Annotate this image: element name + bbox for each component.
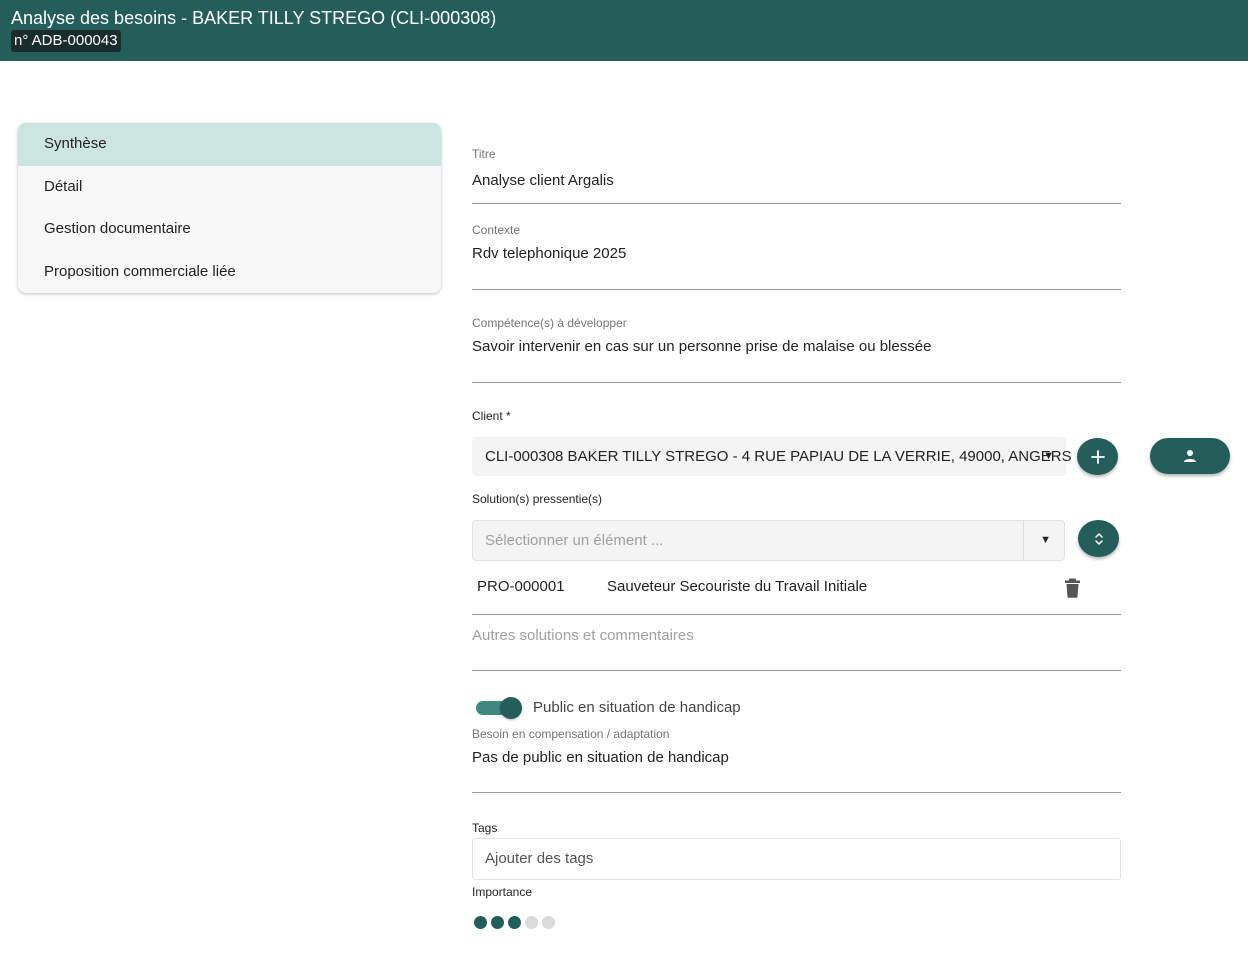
tags-label: Tags	[472, 821, 498, 835]
client-select-value: CLI-000308 BAKER TILLY STREGO - 4 RUE PA…	[485, 448, 1072, 465]
solution-row: PRO-000001 Sauveteur Secouriste du Trava…	[472, 567, 1121, 615]
delete-solution-button[interactable]	[1064, 578, 1081, 603]
solutions-select[interactable]: Sélectionner un élément ... ▼	[472, 520, 1065, 561]
titre-field[interactable]: Analyse client Argalis	[472, 172, 614, 189]
solutions-label: Solution(s) pressentie(s)	[472, 492, 603, 506]
compensation-underline	[472, 792, 1121, 793]
autres-solutions-field[interactable]: Autres solutions et commentaires	[472, 627, 694, 644]
titre-underline	[472, 203, 1121, 204]
page-title: Analyse des besoins - BAKER TILLY STREGO…	[11, 8, 497, 28]
competences-field[interactable]: Savoir intervenir en cas sur un personne…	[472, 338, 931, 355]
nav-item-gestion-documentaire[interactable]: Gestion documentaire	[18, 208, 441, 251]
contexte-label: Contexte	[472, 223, 521, 237]
solutions-select-placeholder: Sélectionner un élément ...	[485, 532, 664, 549]
nav-item-synthese[interactable]: Synthèse	[18, 123, 441, 166]
compensation-label: Besoin en compensation / adaptation	[472, 727, 670, 741]
tags-input[interactable]: Ajouter des tags	[472, 838, 1121, 880]
titre-label: Titre	[472, 147, 496, 161]
importance-dot[interactable]	[508, 916, 521, 929]
handicap-toggle-label: Public en situation de handicap	[533, 699, 741, 716]
solution-name: Sauveteur Secouriste du Travail Initiale	[607, 578, 868, 595]
toggle-knob	[500, 697, 522, 719]
caret-down-icon: ▼	[1043, 450, 1054, 462]
caret-down-icon: ▼	[1040, 534, 1051, 546]
contexte-field[interactable]: Rdv telephonique 2025	[472, 245, 626, 262]
compensation-field[interactable]: Pas de public en situation de handicap	[472, 749, 729, 766]
client-label: Client *	[472, 409, 511, 423]
autres-solutions-underline	[472, 670, 1121, 671]
client-select[interactable]: CLI-000308 BAKER TILLY STREGO - 4 RUE PA…	[472, 437, 1072, 476]
plus-icon	[1090, 449, 1105, 464]
nav-item-detail[interactable]: Détail	[18, 166, 441, 209]
importance-label: Importance	[472, 885, 533, 899]
importance-dot[interactable]	[542, 916, 555, 929]
importance-dot[interactable]	[491, 916, 504, 929]
nav-item-proposition-commerciale[interactable]: Proposition commerciale liée	[18, 251, 441, 294]
importance-dot[interactable]	[474, 916, 487, 929]
handicap-toggle[interactable]	[476, 697, 522, 719]
importance-dot[interactable]	[525, 916, 538, 929]
contexte-underline	[472, 289, 1121, 290]
expand-solutions-button[interactable]	[1078, 520, 1119, 557]
select-divider	[1023, 521, 1024, 560]
app-header: Analyse des besoins - BAKER TILLY STREGO…	[0, 0, 1248, 61]
competences-label: Compétence(s) à développer	[472, 316, 627, 330]
unfold-icon	[1094, 532, 1103, 545]
client-contact-button[interactable]	[1150, 438, 1230, 474]
add-client-button[interactable]	[1077, 438, 1118, 475]
trash-icon	[1065, 578, 1080, 598]
solution-code: PRO-000001	[477, 578, 565, 595]
person-icon	[1184, 450, 1196, 462]
tags-placeholder: Ajouter des tags	[485, 850, 594, 867]
record-number-badge: n° ADB-000043	[11, 30, 121, 52]
competences-underline	[472, 382, 1121, 383]
section-nav: Synthèse Détail Gestion documentaire Pro…	[18, 123, 441, 293]
